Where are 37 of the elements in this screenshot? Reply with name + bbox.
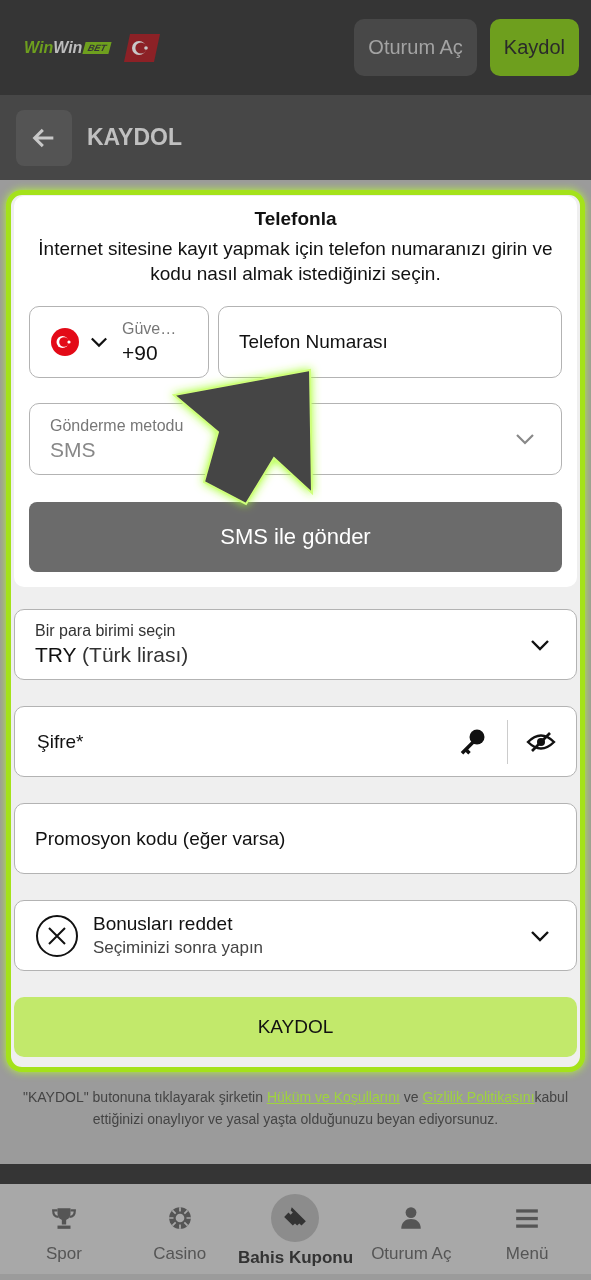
login-button[interactable]: Oturum Aç [354, 19, 477, 76]
flag-icon [50, 327, 80, 357]
bonus-select[interactable]: Bonusları reddet Seçiminizi sonra yapın [14, 900, 577, 971]
field-label: Güve… [122, 319, 177, 338]
brand-logo: WinWin BET [24, 38, 111, 57]
panel-description: İnternet sitesine kayıt yapmak için telefon numaranızı girin ve kodu nasıl almak istediğinizi seçin. [37, 237, 554, 286]
chevron-down-icon [90, 336, 108, 348]
register-button[interactable]: KAYDOL [14, 997, 577, 1057]
back-button[interactable] [16, 109, 72, 166]
trophy-icon [50, 1205, 77, 1231]
register-button[interactable]: Kaydol [489, 19, 579, 76]
nav-tab[interactable]: Oturum Aç [355, 1184, 468, 1274]
country-code-select[interactable]: Güve… +90 [29, 306, 209, 378]
flag-icon [124, 33, 161, 62]
promo-code-field[interactable]: Promosyon kodu (eğer varsa) [14, 803, 577, 874]
poker-chip-icon [166, 1205, 193, 1231]
send-sms-button[interactable]: SMS ile gönder [29, 502, 562, 572]
currency-select[interactable]: Bir para birimi seçin TRY (Türk lirası) [14, 609, 577, 680]
password-field[interactable]: Şifre* [14, 706, 577, 777]
currency-value: TRY (Türk lirası) [35, 643, 189, 667]
chevron-down-icon [530, 638, 550, 651]
field-label: Bir para birimi seçin [35, 622, 177, 640]
bonus-subtitle: Seçiminizi sonra yapın [93, 938, 265, 958]
terms-notice: "KAYDOL" butonuna tıklayarak şirketin Hüküm ve Koşullarını ve Gizlilik Politikasınıkabul ettiğinizi onaylıyor ve yasal yaşta olduğunuzu beyan ediyorsunuz. [21, 1088, 569, 1129]
nav-tab[interactable]: Spor [7, 1184, 120, 1274]
panel-title: Telefonla [253, 208, 338, 230]
nav-tab[interactable]: Casino [123, 1184, 236, 1274]
chevron-down-icon [515, 433, 535, 445]
cancel-circle-icon [35, 913, 79, 958]
bonus-title: Bonusları reddet [93, 913, 234, 935]
eye-slash-icon[interactable] [526, 730, 556, 753]
nav-tab[interactable]: Bahis Kuponu [239, 1184, 352, 1274]
phone-number-field[interactable]: Telefon Numarası [218, 306, 562, 378]
chevron-down-icon [530, 929, 550, 942]
nav-tab[interactable]: Menü [471, 1184, 584, 1274]
page-title: KAYDOL [87, 124, 182, 151]
dial-code: +90 [122, 340, 159, 365]
